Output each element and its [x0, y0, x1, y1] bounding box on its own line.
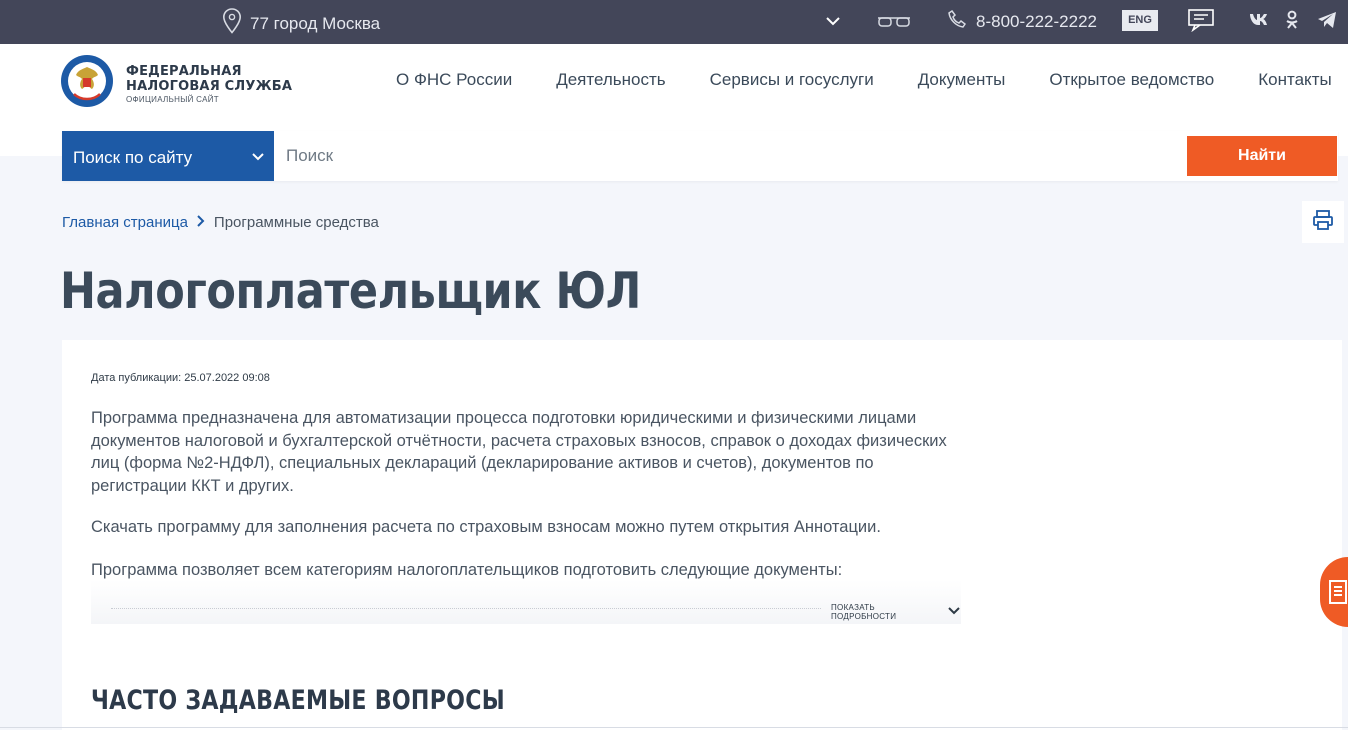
nav-item-activity[interactable]: Деятельность: [556, 70, 665, 90]
top-bar: 77 город Москва 8-800-222-2222 ENG: [0, 0, 1348, 44]
search-input[interactable]: [286, 143, 1166, 169]
dotted-divider: [111, 608, 821, 609]
description-paragraph: Программа предназначена для автоматизаци…: [91, 409, 947, 495]
details-expander[interactable]: показать подробности: [91, 580, 961, 624]
show-details-label: показать подробности: [831, 603, 897, 621]
language-switch[interactable]: ENG: [1122, 10, 1158, 31]
nav-item-open-agency[interactable]: Открытое ведомство: [1049, 70, 1214, 90]
document-icon: [1329, 580, 1347, 604]
org-subtitle: ОФИЦИАЛЬНЫЙ САЙТ: [126, 94, 219, 104]
documents-intro-paragraph: Программа позволяет всем категориям нало…: [91, 561, 843, 579]
page-title: Налогоплательщик ЮЛ: [60, 262, 641, 320]
odnoklassniki-icon[interactable]: [1285, 10, 1299, 35]
search-bar: Поиск по сайту Найти: [62, 131, 1338, 181]
breadcrumb-home[interactable]: Главная страница: [62, 214, 188, 231]
location-selector[interactable]: 77 город Москва: [222, 8, 380, 39]
show-details-toggle[interactable]: показать подробности: [831, 603, 961, 621]
bottom-divider: [0, 727, 1348, 728]
org-name-line2: НАЛОГОВАЯ СЛУЖБА: [126, 78, 293, 94]
breadcrumb-current[interactable]: Программные средства: [214, 214, 379, 231]
chat-icon[interactable]: [1187, 8, 1215, 37]
download-paragraph: Скачать программу для заполнения расчета…: [91, 518, 881, 536]
fns-logo[interactable]: ФЕДЕРАЛЬНАЯ НАЛОГОВАЯ СЛУЖБА ОФИЦИАЛЬНЫЙ…: [60, 54, 292, 113]
phone-number: 8-800-222-2222: [976, 11, 1097, 31]
search-scope-select[interactable]: Поиск по сайту: [62, 131, 274, 181]
vk-icon[interactable]: [1249, 12, 1267, 31]
location-icon: [222, 8, 242, 39]
search-scope-label: Поиск по сайту: [73, 148, 193, 167]
printer-icon: [1312, 209, 1334, 236]
chevron-down-icon: [947, 606, 961, 618]
nav-item-documents[interactable]: Документы: [918, 70, 1006, 90]
chevron-down-icon: [250, 149, 266, 170]
org-name-block: ФЕДЕРАЛЬНАЯ НАЛОГОВАЯ СЛУЖБА ОФИЦИАЛЬНЫЙ…: [126, 64, 292, 104]
breadcrumb: Главная страница Программные средства: [62, 214, 379, 231]
nav-item-about[interactable]: О ФНС России: [396, 70, 512, 90]
nav-item-contacts[interactable]: Контакты: [1258, 70, 1331, 90]
hotline-phone[interactable]: 8-800-222-2222: [948, 9, 1097, 34]
telegram-icon[interactable]: [1317, 11, 1337, 34]
faq-heading: ЧАСТО ЗАДАВАЕМЫЕ ВОПРОСЫ: [91, 685, 505, 716]
main-nav: О ФНС России Деятельность Сервисы и госу…: [396, 70, 1332, 90]
publication-date: Дата публикации: 25.07.2022 09:08: [91, 372, 270, 384]
org-name-line1: ФЕДЕРАЛЬНАЯ: [126, 63, 242, 79]
content-card: Дата публикации: 25.07.2022 09:08 Програ…: [62, 340, 1342, 730]
chevron-down-icon[interactable]: [824, 12, 842, 35]
phone-icon: [948, 9, 967, 34]
location-text: 77 город Москва: [250, 13, 381, 33]
print-button[interactable]: [1302, 201, 1344, 243]
search-button[interactable]: Найти: [1187, 136, 1337, 176]
emblem-icon: [60, 54, 114, 113]
nav-item-services[interactable]: Сервисы и госуслуги: [710, 70, 874, 90]
chevron-right-icon: [196, 214, 206, 231]
glasses-icon[interactable]: [876, 12, 912, 35]
